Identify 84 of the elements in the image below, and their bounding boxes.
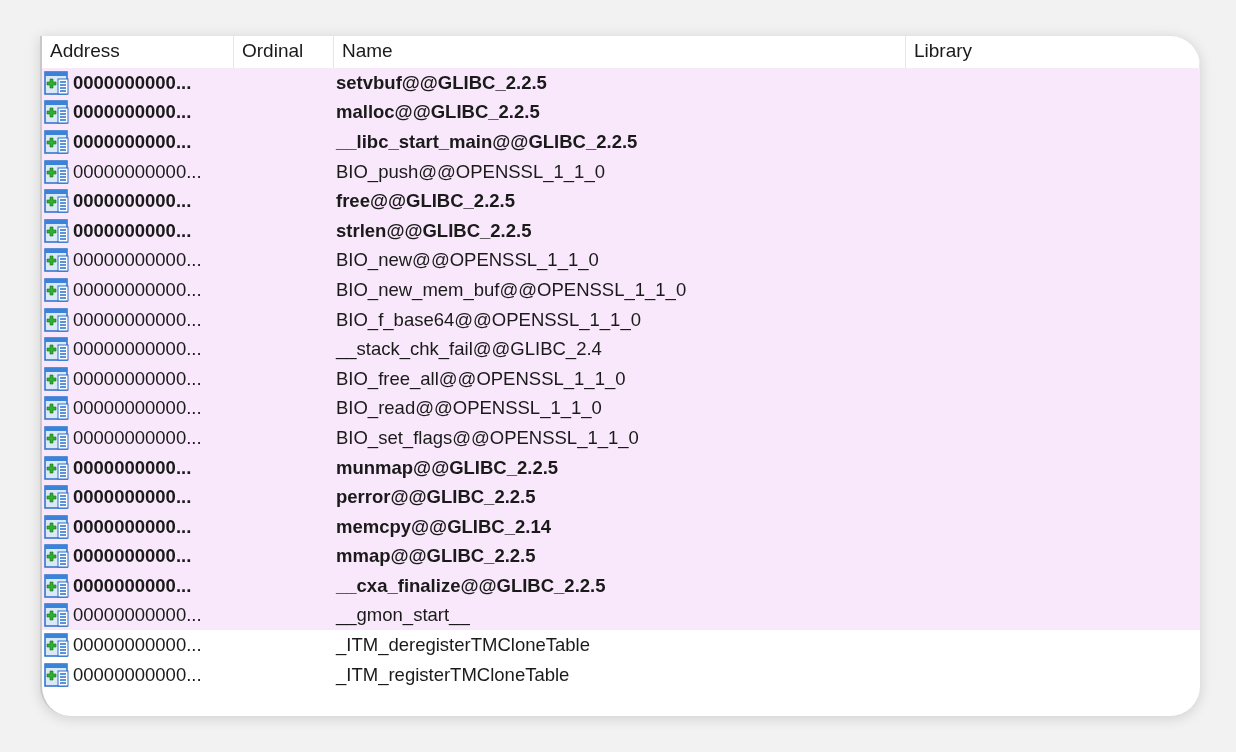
import-row[interactable]: 00000000000... _ITM_deregisterTMCloneTable: [42, 630, 1200, 660]
name-cell-text: BIO_push@@OPENSSL_1_1_0: [336, 159, 605, 185]
address-cell-text: 00000000000...: [73, 662, 202, 687]
import-function-icon: [44, 572, 70, 599]
address-cell-text: 00000000000...: [73, 307, 202, 332]
import-row[interactable]: 00000000000... BIO_read@@OPENSSL_1_1_0: [42, 393, 1200, 424]
import-row[interactable]: 0000000000... mmap@@GLIBC_2.2.5: [42, 541, 1200, 572]
name-cell-text: BIO_f_base64@@OPENSSL_1_1_0: [336, 307, 641, 333]
address-cell-text: 0000000000...: [73, 100, 192, 125]
import-row[interactable]: 00000000000... BIO_new_mem_buf@@OPENSSL_1_1_0: [42, 275, 1200, 305]
import-row[interactable]: 00000000000... BIO_new@@OPENSSL_1_1_0: [42, 245, 1200, 276]
import-function-icon: [44, 276, 70, 303]
name-cell-text: memcpy@@GLIBC_2.14: [336, 514, 551, 539]
import-row[interactable]: 00000000000... BIO_set_flags@@OPENSSL_1_1_0: [42, 423, 1200, 453]
name-cell-text: __cxa_finalize@@GLIBC_2.2.5: [336, 573, 606, 598]
address-cell-text: 0000000000...: [73, 514, 192, 539]
import-row[interactable]: 0000000000... perror@@GLIBC_2.2.5: [42, 482, 1200, 512]
import-function-icon: [44, 424, 70, 451]
address-cell-text: 0000000000...: [73, 485, 192, 510]
import-row[interactable]: 00000000000... _ITM_registerTMCloneTable: [42, 659, 1200, 690]
import-row[interactable]: 0000000000... setvbuf@@GLIBC_2.2.5: [42, 68, 1200, 98]
name-cell-text: BIO_new_mem_buf@@OPENSSL_1_1_0: [336, 277, 687, 303]
import-function-icon: [44, 69, 70, 96]
name-cell-text: perror@@GLIBC_2.2.5: [336, 485, 536, 510]
name-cell-text: BIO_set_flags@@OPENSSL_1_1_0: [336, 425, 639, 451]
address-cell-text: 0000000000...: [73, 544, 192, 569]
name-cell-text: malloc@@GLIBC_2.2.5: [336, 100, 540, 125]
name-cell-text: strlen@@GLIBC_2.2.5: [336, 218, 532, 243]
name-cell-text: __gmon_start__: [336, 603, 470, 628]
import-function-icon: [44, 543, 70, 570]
import-row[interactable]: 0000000000... free@@GLIBC_2.2.5: [42, 186, 1200, 216]
name-cell-text: free@@GLIBC_2.2.5: [336, 189, 515, 214]
import-function-icon: [44, 661, 70, 688]
import-function-icon: [44, 632, 70, 659]
import-function-icon: [44, 217, 70, 244]
import-function-icon: [44, 484, 70, 511]
name-cell-text: BIO_free_all@@OPENSSL_1_1_0: [336, 366, 626, 392]
import-row[interactable]: 0000000000... __cxa_finalize@@GLIBC_2.2.5: [42, 571, 1200, 601]
import-row[interactable]: 00000000000... BIO_f_base64@@OPENSSL_1_1_0: [42, 304, 1200, 335]
name-cell-text: mmap@@GLIBC_2.2.5: [336, 544, 536, 569]
import-function-icon: [44, 129, 70, 155]
name-cell-text: munmap@@GLIBC_2.2.5: [336, 455, 559, 480]
import-row[interactable]: 0000000000... __libc_start_main@@GLIBC_2.2.5: [42, 127, 1200, 157]
address-cell-text: 0000000000...: [73, 573, 192, 598]
import-row[interactable]: 0000000000... memcpy@@GLIBC_2.14: [42, 511, 1200, 542]
import-row[interactable]: 0000000000... munmap@@GLIBC_2.2.5: [42, 452, 1200, 483]
address-cell-text: 0000000000...: [73, 70, 192, 95]
address-cell-text: 00000000000...: [73, 159, 202, 184]
import-row[interactable]: 00000000000... __gmon_start__: [42, 600, 1200, 631]
import-function-icon: [44, 602, 70, 629]
import-function-icon: [44, 158, 70, 185]
import-row[interactable]: 00000000000... __stack_chk_fail@@GLIBC_2.4: [42, 334, 1200, 364]
name-cell-text: __libc_start_main@@GLIBC_2.2.5: [336, 130, 638, 154]
address-cell-text: 00000000000...: [73, 633, 202, 658]
import-function-icon: [44, 454, 70, 481]
import-function-icon: [44, 99, 70, 126]
address-cell-text: 00000000000...: [73, 248, 202, 273]
address-cell-text: 00000000000...: [73, 603, 202, 628]
import-row[interactable]: 0000000000... strlen@@GLIBC_2.2.5: [42, 215, 1200, 246]
address-cell-text: 00000000000...: [73, 337, 202, 362]
name-cell-text: __stack_chk_fail@@GLIBC_2.4: [336, 337, 602, 362]
import-row[interactable]: 00000000000... BIO_free_all@@OPENSSL_1_1_0: [42, 363, 1200, 394]
import-function-icon: [44, 247, 70, 274]
name-cell-text: BIO_new@@OPENSSL_1_1_0: [336, 248, 599, 273]
import-function-icon: [44, 513, 70, 540]
import-function-icon: [44, 395, 70, 422]
address-cell-text: 00000000000...: [73, 396, 202, 421]
name-cell-text: _ITM_registerTMCloneTable: [336, 662, 570, 688]
import-row[interactable]: 00000000000... BIO_push@@OPENSSL_1_1_0: [42, 156, 1200, 187]
import-function-icon: [44, 336, 70, 363]
address-cell-text: 0000000000...: [73, 455, 192, 480]
address-cell-text: 00000000000...: [73, 366, 202, 391]
import-function-icon: [44, 188, 70, 215]
import-function-icon: [44, 365, 70, 392]
import-row[interactable]: 0000000000... malloc@@GLIBC_2.2.5: [42, 97, 1200, 128]
address-cell-text: 0000000000...: [73, 189, 192, 214]
address-cell-text: 00000000000...: [73, 425, 202, 450]
import-function-icon: [44, 306, 70, 333]
name-cell-text: _ITM_deregisterTMCloneTable: [336, 633, 590, 658]
name-cell-text: setvbuf@@GLIBC_2.2.5: [336, 70, 547, 95]
name-cell-text: BIO_read@@OPENSSL_1_1_0: [336, 396, 602, 421]
address-cell-text: 0000000000...: [73, 218, 192, 243]
address-cell-text: 0000000000...: [73, 130, 192, 154]
address-cell-text: 00000000000...: [73, 277, 202, 302]
